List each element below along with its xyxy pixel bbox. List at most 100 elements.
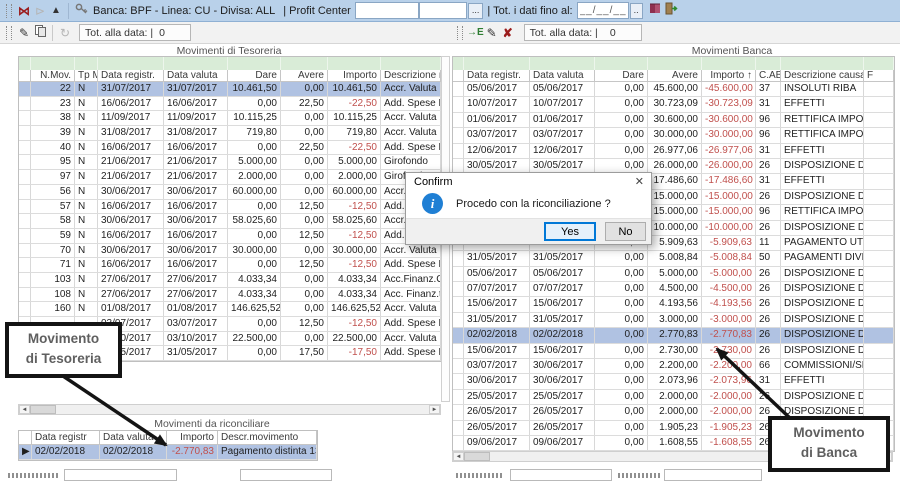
scroll-left-icon[interactable]: ◄ [19, 405, 30, 414]
close-icon[interactable]: ✕ [635, 175, 644, 188]
edit-icon[interactable]: ✎ [16, 24, 32, 42]
column-header[interactable]: Descrizione causale [781, 70, 864, 82]
table-row[interactable]: 58N30/06/201730/06/201758.025,600,0058.0… [19, 214, 441, 229]
column-header[interactable]: Data registr [32, 431, 100, 445]
column-header[interactable] [19, 431, 32, 445]
filter-cell[interactable] [702, 57, 756, 70]
table-row[interactable]: 15/06/201715/06/20170,004.193,56-4.193,5… [453, 297, 894, 312]
column-header[interactable]: N.Mov. [31, 70, 75, 82]
reconcile-icon[interactable]: ⋈ [16, 2, 32, 20]
filter-cell[interactable] [31, 57, 75, 70]
table-row[interactable]: 12/06/201712/06/20170,0026.977,06-26.977… [453, 144, 894, 159]
table-row[interactable]: 31/05/201731/05/20170,005.008,84-5.008,8… [453, 251, 894, 266]
column-header[interactable]: Avere [648, 70, 702, 82]
table-row[interactable]: 38N11/09/201711/09/201710.115,250,0010.1… [19, 111, 441, 126]
filter-cell[interactable] [19, 57, 31, 70]
table-row[interactable]: 97N21/06/201721/06/20172.000,000,002.000… [19, 170, 441, 185]
chart-icon[interactable]: ▲ [48, 2, 64, 20]
filter-cell[interactable] [530, 57, 595, 70]
table-row[interactable]: 95N21/06/201721/06/20175.000,000,005.000… [19, 155, 441, 170]
column-header[interactable]: Importo [167, 431, 218, 445]
filter-cell[interactable] [781, 57, 864, 70]
exit-door-icon[interactable] [663, 2, 679, 20]
column-header[interactable]: Descr.movimento [218, 431, 317, 445]
filter-cell[interactable] [328, 57, 381, 70]
filter-cell[interactable] [164, 57, 228, 70]
no-button[interactable]: No [605, 222, 646, 241]
filter-cell[interactable] [228, 57, 281, 70]
table-row[interactable]: 23N16/06/201716/06/20170,0022,50-22,50Ad… [19, 97, 441, 112]
filter-cell[interactable] [756, 57, 781, 70]
filter-cell[interactable] [98, 57, 164, 70]
table-row[interactable]: 39N31/08/201731/08/2017719,800,00719,80A… [19, 126, 441, 141]
filter-cell[interactable] [864, 57, 894, 70]
table-row[interactable]: 07/07/201707/07/20170,004.500,00-4.500,0… [453, 282, 894, 297]
table-row[interactable]: 22N31/07/201731/07/201710.461,500,0010.4… [19, 82, 441, 97]
key-icon[interactable] [73, 2, 89, 20]
column-header[interactable]: Descrizione movim [381, 70, 441, 82]
column-header[interactable]: C.ABI [756, 70, 781, 82]
date-lookup-button[interactable]: .. [630, 3, 643, 19]
table-row[interactable]: 59N16/06/201716/06/20170,0012,50-12,50Ad… [19, 229, 441, 244]
assign-icon[interactable]: →E [467, 24, 484, 42]
filter-cell[interactable] [75, 57, 98, 70]
column-header[interactable]: Data valuta [164, 70, 228, 82]
table-row[interactable]: 103N27/06/201727/06/20174.033,340,004.03… [19, 273, 441, 288]
table-row[interactable]: 25/05/201725/05/20170,002.000,00-2.000,0… [453, 390, 894, 405]
column-header[interactable] [453, 70, 464, 82]
table-row[interactable]: 02/02/201802/02/20180,002.770,83-2.770,8… [453, 328, 894, 343]
table-row[interactable]: 108N27/06/201727/06/20174.033,340,004.03… [19, 288, 441, 303]
column-header[interactable] [19, 70, 31, 82]
table-row[interactable]: 10/07/201710/07/20170,0030.723,09-30.723… [453, 97, 894, 112]
toolbar-grip[interactable] [457, 26, 463, 40]
column-header[interactable]: Dare [228, 70, 281, 82]
table-row[interactable]: 05/06/201705/06/20170,005.000,00-5.000,0… [453, 267, 894, 282]
date-input[interactable] [577, 2, 629, 19]
unreconcile-icon[interactable]: ✘ [500, 24, 516, 42]
tesoreria-horizontal-scrollbar[interactable]: ◄ ► [18, 404, 441, 415]
copy-icon[interactable] [32, 24, 48, 42]
table-row[interactable]: 01/06/201701/06/20170,0030.600,00-30.600… [453, 113, 894, 128]
column-header[interactable]: Data registr. [464, 70, 530, 82]
table-row[interactable]: 56N30/06/201730/06/201760.000,000,0060.0… [19, 185, 441, 200]
filter-cell[interactable] [648, 57, 702, 70]
column-header[interactable]: Dare [595, 70, 648, 82]
table-row[interactable]: 03/07/201730/06/20170,002.200,00-2.200,0… [453, 359, 894, 374]
yes-button[interactable]: Yes [544, 222, 596, 241]
filter-cell[interactable] [464, 57, 530, 70]
scroll-right-icon[interactable]: ► [429, 405, 440, 414]
profit-center-input-1[interactable] [355, 2, 419, 19]
scroll-thumb[interactable] [30, 405, 56, 414]
scroll-left-icon[interactable]: ◄ [453, 452, 464, 461]
table-row[interactable]: 160N01/08/201701/08/2017146.625,520,0014… [19, 302, 441, 317]
book-icon[interactable] [647, 2, 663, 20]
toolbar-grip[interactable] [6, 4, 12, 18]
table-row[interactable]: ▶02/02/201802/02/2018-2.770,83Pagamento … [19, 445, 317, 460]
column-header[interactable]: Importo [328, 70, 381, 82]
column-header[interactable]: Avere [281, 70, 328, 82]
filter-cell[interactable] [281, 57, 328, 70]
table-row[interactable]: 70N30/06/201730/06/201730.000,000,0030.0… [19, 244, 441, 259]
filter-cell[interactable] [595, 57, 648, 70]
column-header[interactable]: Data valuta [100, 431, 167, 445]
edit-icon[interactable]: ✎ [484, 24, 500, 42]
table-row[interactable]: 03/07/201703/07/20170,0030.000,00-30.000… [453, 128, 894, 143]
column-header[interactable]: Data valuta [530, 70, 595, 82]
table-row[interactable]: 71N16/06/201716/06/20170,0012,50-12,50Ad… [19, 258, 441, 273]
table-row[interactable]: 30/06/201730/06/20170,002.073,96-2.073,9… [453, 374, 894, 389]
column-header[interactable]: Data registr. [98, 70, 164, 82]
profit-center-input-2[interactable] [419, 2, 467, 19]
column-header[interactable]: Importo ↑ [702, 70, 756, 82]
toolbar-grip[interactable] [6, 26, 12, 40]
filter-cell[interactable] [381, 57, 441, 70]
table-row[interactable]: 57N16/06/201716/06/20170,0012,50-12,50Ad… [19, 200, 441, 215]
column-header[interactable]: F [864, 70, 894, 82]
table-row[interactable]: 31/05/201731/05/20170,003.000,00-3.000,0… [453, 313, 894, 328]
filter-cell[interactable] [453, 57, 464, 70]
table-row[interactable]: 05/06/201705/06/20170,0045.600,00-45.600… [453, 82, 894, 97]
scroll-thumb[interactable] [464, 452, 490, 461]
column-header[interactable]: Tp Mov [75, 70, 98, 82]
table-row[interactable]: 15/06/201715/06/20170,002.730,00-2.730,0… [453, 344, 894, 359]
table-row[interactable]: 40N16/06/201716/06/20170,0022,50-22,50Ad… [19, 141, 441, 156]
profit-center-lookup-button[interactable]: ... [468, 3, 484, 19]
